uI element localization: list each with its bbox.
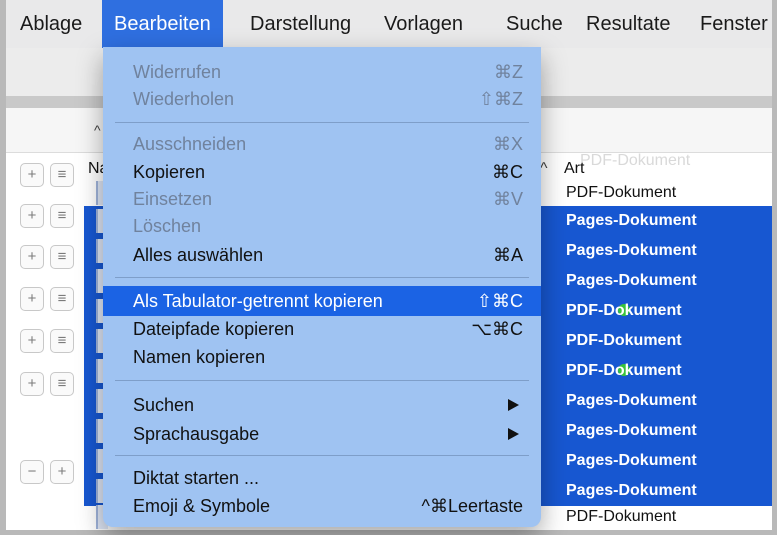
- menu-item-shortcut: ⌘A: [492, 245, 523, 265]
- row-art: PDF-Dokument: [566, 302, 682, 319]
- menu-item-label: Alles auswählen: [133, 245, 264, 265]
- menu-resultate[interactable]: Resultate: [586, 0, 671, 48]
- menu-item-shortcut: ⌘V: [492, 189, 523, 209]
- menu-item-shortcut: ^⌘Leertaste: [421, 496, 524, 516]
- menu-item-label: Widerrufen: [133, 62, 222, 82]
- menu-item-label: Als Tabulator-getrennt kopieren: [133, 291, 383, 311]
- menu-item-label: Sprachausgabe: [133, 424, 260, 444]
- row-art: PDF-Dokument: [566, 332, 682, 349]
- menu-item-shortcut: ⌘Z: [494, 62, 523, 82]
- menu-item-shortcut: ⇧⌘Z: [478, 89, 523, 109]
- row-art: PDF-Dokument: [566, 184, 677, 201]
- menu-item-label: Kopieren: [133, 162, 206, 182]
- sort-caret-icon: ^: [94, 122, 101, 138]
- add-criterion-button[interactable]: +: [20, 163, 44, 187]
- row-art: Pages-Dokument: [566, 272, 697, 289]
- menu-item-label: Löschen: [133, 216, 202, 236]
- row-art: Pages-Dokument: [566, 452, 697, 469]
- menu-item-sprachausgabe[interactable]: Sprachausgabe: [103, 419, 541, 449]
- menu-separator: [115, 380, 529, 381]
- menu-bar: Ablage Bearbeiten Darstellung Vorlagen S…: [6, 0, 772, 49]
- row-art: PDF-Dokument: [566, 362, 682, 379]
- menu-item-shortcut: ⌘X: [492, 134, 523, 154]
- edit-menu-dropdown: Widerrufen ⌘Z Wiederholen ⇧⌘Z Ausschneid…: [103, 47, 541, 527]
- row-art: Pages-Dokument: [566, 422, 697, 439]
- row-art: PDF-Dokument: [566, 508, 677, 525]
- menu-item-label: Namen kopieren: [133, 347, 266, 367]
- submenu-arrow-icon: [508, 399, 519, 411]
- menu-item-kopieren[interactable]: Kopieren ⌘C: [103, 157, 541, 187]
- menu-item-label: Diktat starten ...: [133, 468, 260, 488]
- menu-separator: [115, 277, 529, 278]
- menu-item-namen-kopieren[interactable]: Namen kopieren: [103, 342, 541, 372]
- menu-fenster[interactable]: Fenster: [700, 0, 768, 48]
- menu-suche[interactable]: Suche: [506, 0, 563, 48]
- criterion-options-button[interactable]: ≡: [50, 204, 74, 228]
- submenu-arrow-icon: [508, 428, 519, 440]
- criterion-options-button[interactable]: ≡: [50, 245, 74, 269]
- menu-separator: [115, 455, 529, 456]
- criterion-options-button[interactable]: ≡: [50, 163, 74, 187]
- menu-item-ausschneiden[interactable]: Ausschneiden ⌘X: [103, 129, 541, 159]
- menu-item-widerrufen[interactable]: Widerrufen ⌘Z: [103, 57, 541, 87]
- menu-item-alles-auswaehlen[interactable]: Alles auswählen ⌘A: [103, 240, 541, 270]
- add-criterion-button[interactable]: +: [20, 329, 44, 353]
- menu-item-loeschen[interactable]: Löschen: [103, 211, 541, 241]
- menu-vorlagen[interactable]: Vorlagen: [384, 0, 463, 48]
- menu-item-label: Wiederholen: [133, 89, 235, 109]
- menu-item-label: Suchen: [133, 395, 195, 415]
- menu-item-dateipfade-kopieren[interactable]: Dateipfade kopieren ⌥⌘C: [103, 314, 541, 344]
- sort-ascending-icon: ^: [540, 160, 548, 177]
- menu-item-label: Einsetzen: [133, 189, 213, 209]
- row-art: Pages-Dokument: [566, 212, 697, 229]
- menu-item-shortcut: ⇧⌘C: [476, 291, 523, 311]
- row-art: Pages-Dokument: [566, 242, 697, 259]
- menu-item-suchen[interactable]: Suchen: [103, 390, 541, 420]
- add-criterion-button[interactable]: +: [20, 372, 44, 396]
- menu-item-einsetzen[interactable]: Einsetzen ⌘V: [103, 184, 541, 214]
- menu-darstellung[interactable]: Darstellung: [250, 0, 351, 48]
- menu-item-tabulator-kopieren[interactable]: Als Tabulator-getrennt kopieren ⇧⌘C: [103, 286, 541, 316]
- menu-separator: [115, 122, 529, 123]
- menu-item-diktat-starten[interactable]: Diktat starten ...: [103, 463, 541, 493]
- row-art: Pages-Dokument: [566, 392, 697, 409]
- criterion-options-button[interactable]: ≡: [50, 329, 74, 353]
- remove-button[interactable]: −: [20, 460, 44, 484]
- menu-item-shortcut: ⌘C: [492, 162, 523, 182]
- menu-bearbeiten[interactable]: Bearbeiten: [102, 0, 223, 48]
- add-button[interactable]: +: [50, 460, 74, 484]
- menu-item-shortcut: ⌥⌘C: [471, 319, 523, 339]
- criterion-options-button[interactable]: ≡: [50, 287, 74, 311]
- column-header-art-label: Art: [564, 160, 585, 177]
- menu-item-label: Emoji & Symbole: [133, 496, 271, 516]
- add-criterion-button[interactable]: +: [20, 287, 44, 311]
- menu-item-emoji-symbole[interactable]: Emoji & Symbole ^⌘Leertaste: [103, 491, 541, 521]
- menu-ablage[interactable]: Ablage: [20, 0, 82, 48]
- criterion-options-button[interactable]: ≡: [50, 372, 74, 396]
- add-criterion-button[interactable]: +: [20, 245, 44, 269]
- add-criterion-button[interactable]: +: [20, 204, 44, 228]
- menu-item-wiederholen[interactable]: Wiederholen ⇧⌘Z: [103, 84, 541, 114]
- menu-item-label: Ausschneiden: [133, 134, 247, 154]
- menu-item-label: Dateipfade kopieren: [133, 319, 295, 339]
